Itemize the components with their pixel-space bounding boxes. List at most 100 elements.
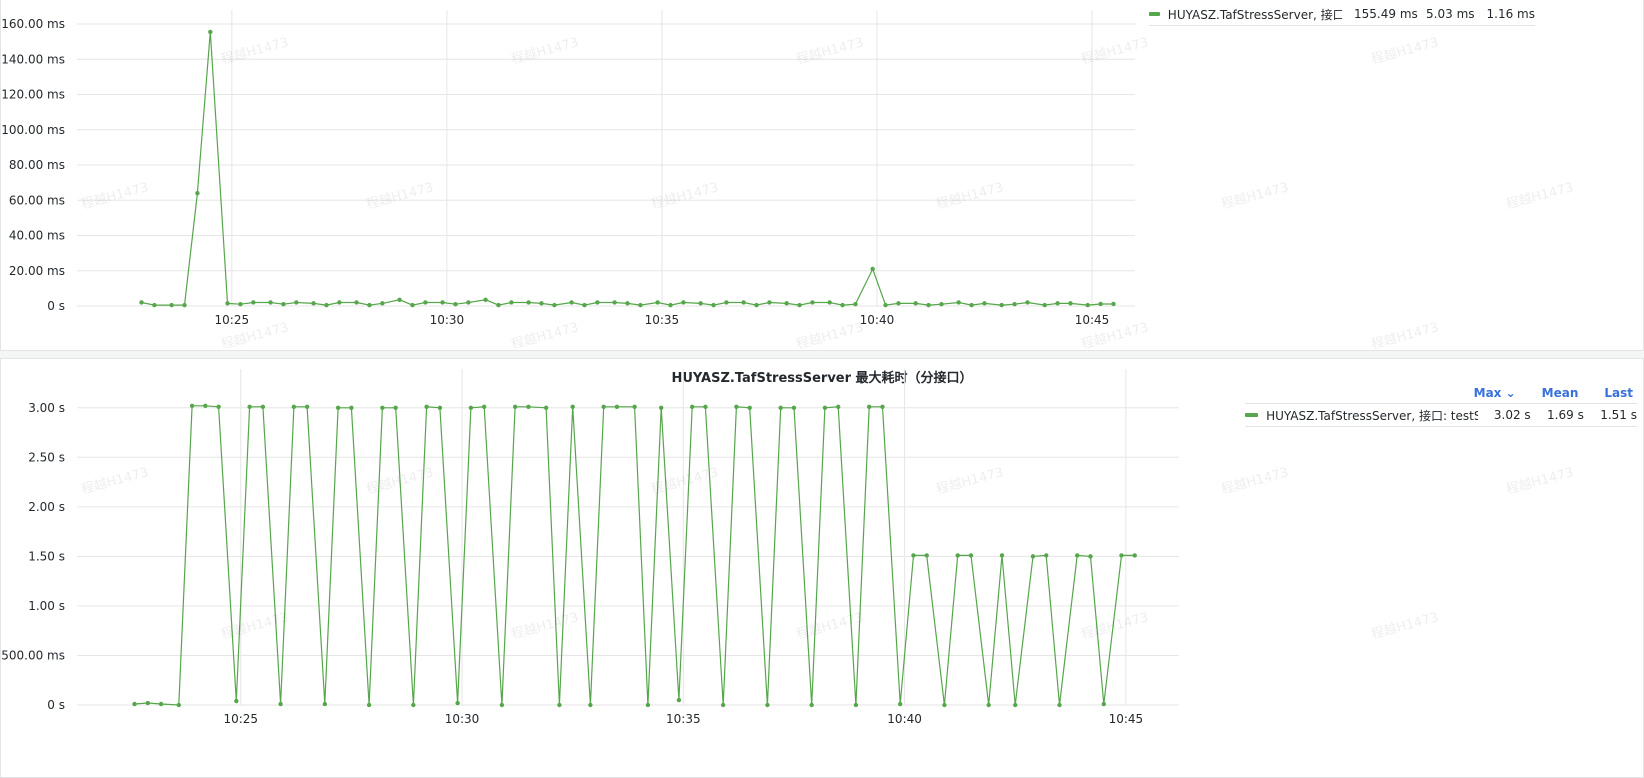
x-tick-label: 10:25 — [215, 313, 250, 327]
legend-sort-max[interactable]: Max ⌄ — [1474, 386, 1516, 400]
data-point — [366, 702, 372, 708]
data-point — [526, 404, 531, 409]
data-point — [810, 300, 815, 305]
data-point — [614, 404, 620, 409]
data-point — [870, 266, 875, 272]
data-point — [1111, 301, 1116, 307]
data-point — [942, 702, 947, 708]
y-tick-label: 1.50 s — [28, 549, 65, 563]
data-point — [410, 302, 415, 308]
data-point — [225, 301, 230, 306]
data-point — [791, 405, 797, 410]
data-point — [247, 404, 252, 409]
data-point — [784, 301, 789, 306]
data-point — [481, 404, 487, 409]
legend-last: 1.51 s — [1600, 408, 1637, 422]
data-point — [897, 701, 903, 707]
data-point — [195, 191, 200, 196]
legend-sort-last[interactable]: Last — [1604, 386, 1633, 400]
data-point — [453, 302, 458, 307]
data-point — [668, 302, 673, 308]
y-tick-label: 1.00 s — [28, 599, 65, 613]
legend-mean: 5.03 ms — [1426, 7, 1475, 21]
data-point — [698, 301, 703, 306]
y-tick-label: 120.00 ms — [1, 88, 65, 102]
y-tick-label: 500.00 ms — [1, 648, 65, 662]
y-tick-label: 160.00 ms — [1, 17, 65, 31]
legend-sort-mean[interactable]: Mean — [1542, 386, 1579, 400]
data-point — [880, 404, 885, 409]
legend-row[interactable]: HUYASZ.TafStressServer, 接口: testStr 155.… — [1149, 3, 1535, 26]
series-color-swatch — [1245, 413, 1259, 417]
data-point — [955, 553, 960, 558]
data-point — [896, 301, 901, 306]
data-point — [380, 301, 385, 306]
data-point — [176, 702, 181, 708]
data-point — [367, 302, 372, 308]
data-point — [437, 405, 443, 410]
legend-header: Max ⌄ Mean Last — [1245, 383, 1637, 404]
data-point — [208, 29, 213, 35]
legend-row[interactable]: HUYASZ.TafStressServer, 接口: testStr 3.02… — [1245, 404, 1637, 427]
data-point — [349, 405, 354, 410]
data-point — [139, 300, 144, 305]
data-point — [466, 300, 471, 305]
data-point — [1085, 302, 1090, 308]
latency-chart-bottom[interactable]: 0 s 500.00 ms 1.00 s 1.50 s 2.00 s 2.50 s 3.00… — [1, 359, 1196, 769]
data-point — [658, 405, 664, 410]
data-point — [496, 302, 501, 308]
data-point — [956, 300, 961, 305]
data-point — [570, 404, 575, 409]
data-point — [526, 300, 531, 305]
x-tick-label: 10:45 — [1109, 712, 1144, 726]
data-point — [867, 404, 872, 409]
y-tick-label: 100.00 ms — [1, 123, 65, 137]
data-point — [765, 702, 770, 708]
data-point — [455, 700, 460, 706]
data-point — [294, 300, 299, 305]
data-point — [1057, 702, 1062, 708]
data-point — [986, 702, 991, 708]
data-point — [1068, 301, 1073, 306]
data-point — [767, 300, 772, 305]
y-tick-label: 80.00 ms — [9, 158, 65, 172]
data-point — [278, 701, 283, 707]
data-point — [645, 702, 651, 708]
x-tick-label: 10:35 — [666, 712, 701, 726]
data-point — [982, 301, 987, 306]
data-point — [512, 404, 518, 409]
data-point — [924, 553, 929, 558]
legend-mean: 1.69 s — [1547, 408, 1584, 422]
data-point — [483, 297, 488, 303]
data-point — [720, 702, 726, 708]
data-point — [1012, 302, 1017, 307]
data-point — [1025, 300, 1030, 305]
data-point — [182, 302, 187, 308]
data-point — [1119, 553, 1124, 558]
series-line — [134, 405, 1135, 706]
y-tick-label: 2.50 s — [28, 450, 65, 464]
data-point — [747, 405, 752, 410]
data-point — [588, 702, 593, 708]
data-point — [827, 300, 832, 305]
data-point — [354, 300, 359, 305]
latency-chart-top[interactable]: 0 s 20.00 ms 40.00 ms 60.00 ms 80.00 ms 100.0… — [1, 0, 1151, 339]
data-point — [681, 300, 686, 305]
data-point — [754, 302, 759, 308]
latency-panel-bottom: HUYASZ.TafStressServer 最大耗时（分接口） 0 s 500.… — [0, 358, 1644, 778]
data-point — [638, 302, 643, 308]
data-point — [335, 405, 341, 410]
data-point — [1075, 553, 1080, 558]
data-point — [268, 300, 273, 305]
data-point — [557, 702, 562, 708]
data-point — [569, 300, 574, 305]
data-point — [741, 300, 746, 305]
data-point — [883, 302, 888, 308]
data-point — [1088, 554, 1093, 559]
data-point — [601, 404, 606, 409]
data-point — [655, 300, 660, 305]
data-point — [424, 404, 429, 409]
data-point — [380, 405, 385, 410]
data-point — [1132, 553, 1137, 558]
data-point — [152, 302, 157, 308]
